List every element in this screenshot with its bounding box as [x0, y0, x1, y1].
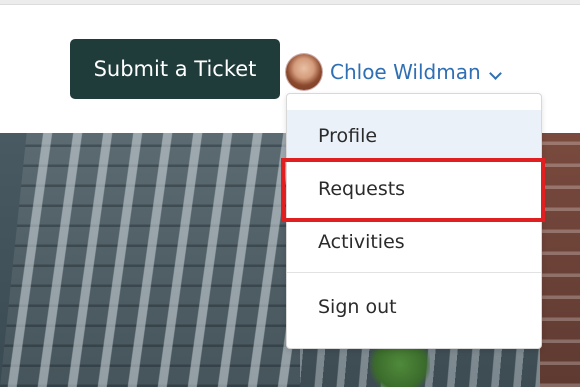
menu-item-label: Activities — [318, 231, 405, 253]
chevron-down-icon[interactable] — [488, 67, 502, 80]
user-avatar[interactable] — [286, 54, 322, 90]
menu-item-label: Profile — [318, 125, 378, 147]
user-menu-toggle[interactable]: Chloe Wildman — [286, 52, 502, 92]
user-name-link[interactable]: Chloe Wildman — [330, 60, 481, 84]
hero-facade-right — [540, 133, 580, 387]
menu-divider — [287, 272, 541, 273]
menu-item-label: Sign out — [318, 296, 397, 318]
hero-facade-left — [0, 133, 327, 387]
requests-highlight-box — [281, 158, 545, 222]
menu-item-sign-out[interactable]: Sign out — [287, 281, 541, 333]
menu-item-profile[interactable]: Profile — [287, 110, 541, 162]
submit-ticket-button[interactable]: Submit a Ticket — [70, 39, 280, 99]
menu-item-activities[interactable]: Activities — [287, 216, 541, 268]
